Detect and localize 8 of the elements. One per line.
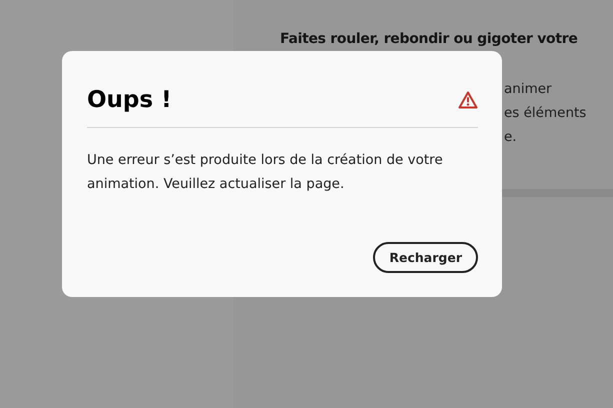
description-text: e. xyxy=(504,128,517,147)
error-message: Une erreur s’est produite lors de la création de votre animation. Veuillez actualiser la page. xyxy=(87,151,444,194)
section-heading: Faites rouler, rebondir ou gigoter votre xyxy=(280,31,578,47)
warning-icon xyxy=(458,91,478,109)
reload-button[interactable]: Recharger xyxy=(373,242,478,273)
description-text: es éléments xyxy=(504,104,586,123)
dialog-title: Oups ! xyxy=(87,87,172,113)
description-text: animer xyxy=(504,80,552,99)
